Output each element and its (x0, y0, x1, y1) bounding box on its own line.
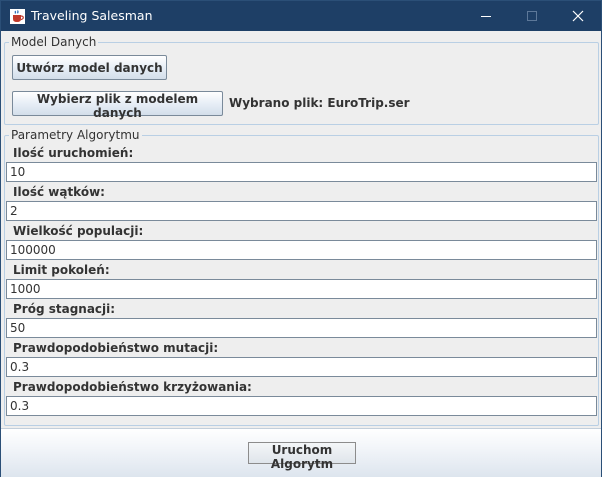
threads-input[interactable] (6, 201, 597, 221)
maximize-button[interactable] (509, 1, 555, 31)
close-button[interactable] (555, 1, 601, 31)
threads-label: Ilość wątków: (13, 185, 105, 199)
window-title: Traveling Salesman (31, 8, 153, 23)
generation-limit-label: Limit pokoleń: (13, 263, 110, 277)
maximize-icon (527, 11, 537, 21)
generation-limit-input[interactable] (6, 279, 597, 299)
stagnation-threshold-input[interactable] (6, 318, 597, 338)
title-bar[interactable]: Traveling Salesman (1, 1, 601, 31)
population-size-label: Wielkość populacji: (13, 224, 144, 238)
minimize-icon (481, 16, 491, 17)
runs-input[interactable] (6, 162, 597, 182)
mutation-probability-label: Prawdopodobieństwo mutacji: (13, 341, 219, 355)
mutation-probability-input[interactable] (6, 357, 597, 377)
run-algorithm-button[interactable]: Uruchom Algorytm (248, 442, 356, 471)
algorithm-params-legend: Parametry Algorytmu (11, 128, 140, 142)
close-icon (572, 10, 584, 22)
stagnation-threshold-label: Próg stagnacji: (13, 302, 116, 316)
minimize-button[interactable] (463, 1, 509, 31)
create-model-button[interactable]: Utwórz model danych (12, 55, 167, 80)
choose-file-button[interactable]: Wybierz plik z modelem danych (12, 91, 223, 120)
model-data-legend: Model Danych (11, 35, 97, 49)
crossover-probability-input[interactable] (6, 396, 597, 416)
crossover-probability-label: Prawdopodobieństwo krzyżowania: (13, 380, 252, 394)
java-cup-icon (10, 9, 25, 24)
selected-file-label: Wybrano plik: EuroTrip.ser (229, 96, 410, 110)
runs-label: Ilość uruchomień: (13, 146, 134, 160)
population-size-input[interactable] (6, 240, 597, 260)
app-window: Traveling Salesman Model Danych Utwórz m… (0, 0, 602, 477)
